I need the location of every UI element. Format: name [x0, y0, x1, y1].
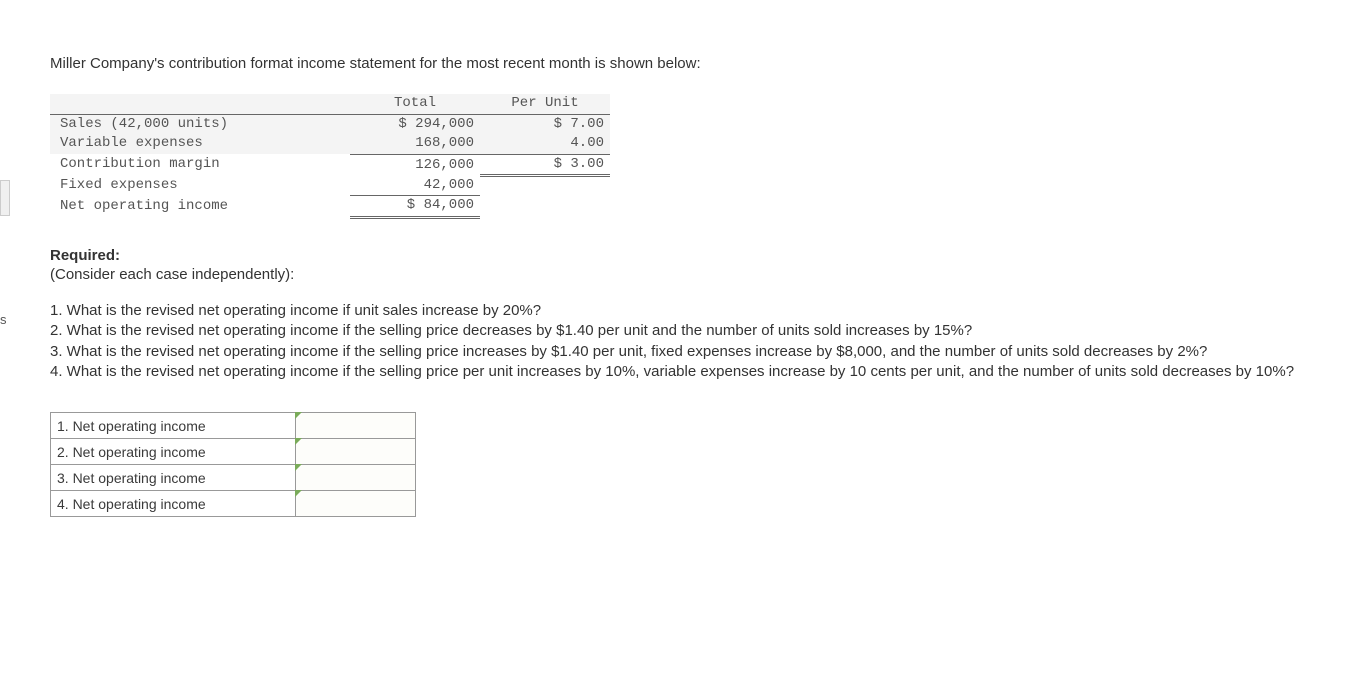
row-per-unit: $ 7.00	[480, 114, 610, 134]
answer-input-4[interactable]	[302, 494, 409, 513]
row-label: Contribution margin	[50, 154, 350, 176]
row-total: 126,000	[350, 154, 480, 176]
row-per-unit: $ 3.00	[480, 154, 610, 176]
answer-label: 2. Net operating income	[51, 439, 296, 465]
row-label: Net operating income	[50, 196, 350, 218]
answer-label: 4. Net operating income	[51, 491, 296, 517]
question-4: 4. What is the revised net operating inc…	[50, 362, 1308, 382]
table-row: Variable expenses 168,000 4.00	[50, 134, 610, 154]
row-total: $ 294,000	[350, 114, 480, 134]
answer-cell-3[interactable]	[296, 465, 416, 491]
table-row: Contribution margin 126,000 $ 3.00	[50, 154, 610, 176]
table-row: Sales (42,000 units) $ 294,000 $ 7.00	[50, 114, 610, 134]
row-per-unit	[480, 196, 610, 218]
row-total: 168,000	[350, 134, 480, 154]
answer-cell-4[interactable]	[296, 491, 416, 517]
question-3: 3. What is the revised net operating inc…	[50, 342, 1308, 362]
answer-cell-2[interactable]	[296, 439, 416, 465]
answer-input-3[interactable]	[302, 468, 409, 487]
income-statement-table: Total Per Unit Sales (42,000 units) $ 29…	[50, 94, 610, 219]
question-2: 2. What is the revised net operating inc…	[50, 321, 1308, 341]
header-total: Total	[350, 94, 480, 114]
answer-input-1[interactable]	[302, 416, 409, 435]
answer-row: 3. Net operating income	[51, 465, 416, 491]
row-total: $ 84,000	[350, 196, 480, 218]
answer-table: 1. Net operating income 2. Net operating…	[50, 412, 416, 517]
left-tab-char: s	[0, 312, 7, 327]
row-per-unit: 4.00	[480, 134, 610, 154]
left-tab-1	[0, 180, 10, 216]
question-1: 1. What is the revised net operating inc…	[50, 301, 1308, 321]
answer-cell-1[interactable]	[296, 413, 416, 439]
row-label: Variable expenses	[50, 134, 350, 154]
answer-row: 4. Net operating income	[51, 491, 416, 517]
answer-label: 1. Net operating income	[51, 413, 296, 439]
answer-row: 2. Net operating income	[51, 439, 416, 465]
table-row: Fixed expenses 42,000	[50, 176, 610, 196]
problem-intro: Miller Company's contribution format inc…	[50, 55, 1308, 72]
required-subnote: (Consider each case independently):	[50, 266, 1308, 283]
question-list: 1. What is the revised net operating inc…	[50, 301, 1308, 382]
table-row: Net operating income $ 84,000	[50, 196, 610, 218]
header-per-unit: Per Unit	[480, 94, 610, 114]
answer-label: 3. Net operating income	[51, 465, 296, 491]
row-label: Sales (42,000 units)	[50, 114, 350, 134]
required-header: Required:	[50, 247, 1308, 264]
row-per-unit	[480, 176, 610, 196]
answer-row: 1. Net operating income	[51, 413, 416, 439]
header-blank	[50, 94, 350, 114]
row-label: Fixed expenses	[50, 176, 350, 196]
answer-input-2[interactable]	[302, 442, 409, 461]
row-total: 42,000	[350, 176, 480, 196]
